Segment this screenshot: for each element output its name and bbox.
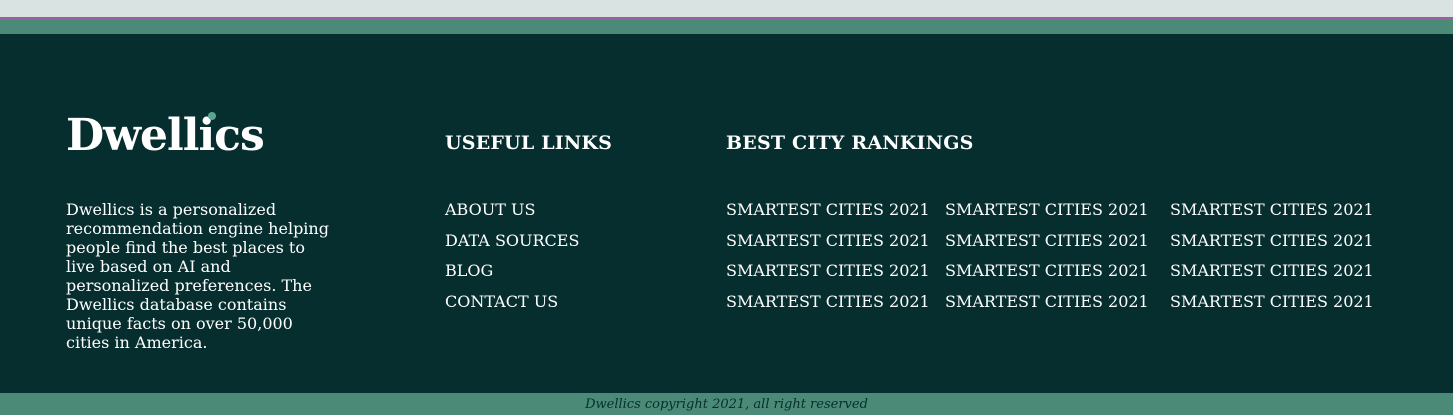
ranking-link[interactable]: SMARTEST CITIES 2021 bbox=[726, 292, 930, 323]
ranking-link[interactable]: SMARTEST CITIES 2021 bbox=[945, 261, 1149, 292]
ranking-link[interactable]: SMARTEST CITIES 2021 bbox=[945, 292, 1149, 323]
copyright-text: Dwellics copyright 2021, all right reser… bbox=[585, 396, 868, 412]
link-blog[interactable]: BLOG bbox=[445, 261, 579, 292]
ranking-link[interactable]: SMARTEST CITIES 2021 bbox=[1170, 200, 1374, 231]
copyright-bar: Dwellics copyright 2021, all right reser… bbox=[0, 393, 1453, 415]
logo-dot bbox=[208, 112, 216, 120]
link-contact-us[interactable]: CONTACT US bbox=[445, 292, 579, 323]
link-about-us[interactable]: ABOUT US bbox=[445, 200, 579, 231]
ranking-link[interactable]: SMARTEST CITIES 2021 bbox=[1170, 261, 1374, 292]
ranking-link[interactable]: SMARTEST CITIES 2021 bbox=[945, 200, 1149, 231]
ranking-link[interactable]: SMARTEST CITIES 2021 bbox=[726, 261, 930, 292]
brand-block: Dwellics bbox=[66, 110, 265, 161]
brand-description: Dwellics is a personalized recommendatio… bbox=[66, 200, 329, 352]
ranking-link[interactable]: SMARTEST CITIES 2021 bbox=[945, 231, 1149, 262]
logo[interactable]: Dwellics bbox=[66, 110, 265, 161]
ranking-link[interactable]: SMARTEST CITIES 2021 bbox=[726, 231, 930, 262]
ranking-link[interactable]: SMARTEST CITIES 2021 bbox=[1170, 292, 1374, 323]
useful-links-list: ABOUT US DATA SOURCES BLOG CONTACT US bbox=[445, 200, 579, 322]
ranking-link[interactable]: SMARTEST CITIES 2021 bbox=[1170, 231, 1374, 262]
rankings-title: BEST CITY RANKINGS bbox=[726, 132, 974, 154]
ranking-link[interactable]: SMARTEST CITIES 2021 bbox=[726, 200, 930, 231]
page-top-strip bbox=[0, 0, 1453, 17]
rankings-column-3: SMARTEST CITIES 2021 SMARTEST CITIES 202… bbox=[1170, 200, 1374, 322]
rankings-column-1: SMARTEST CITIES 2021 SMARTEST CITIES 202… bbox=[726, 200, 930, 322]
rankings-column-2: SMARTEST CITIES 2021 SMARTEST CITIES 202… bbox=[945, 200, 1149, 322]
link-data-sources[interactable]: DATA SOURCES bbox=[445, 231, 579, 262]
useful-links-title: USEFUL LINKS bbox=[445, 132, 613, 154]
footer-top-band bbox=[0, 20, 1453, 34]
logo-text: Dwellics bbox=[66, 110, 265, 161]
